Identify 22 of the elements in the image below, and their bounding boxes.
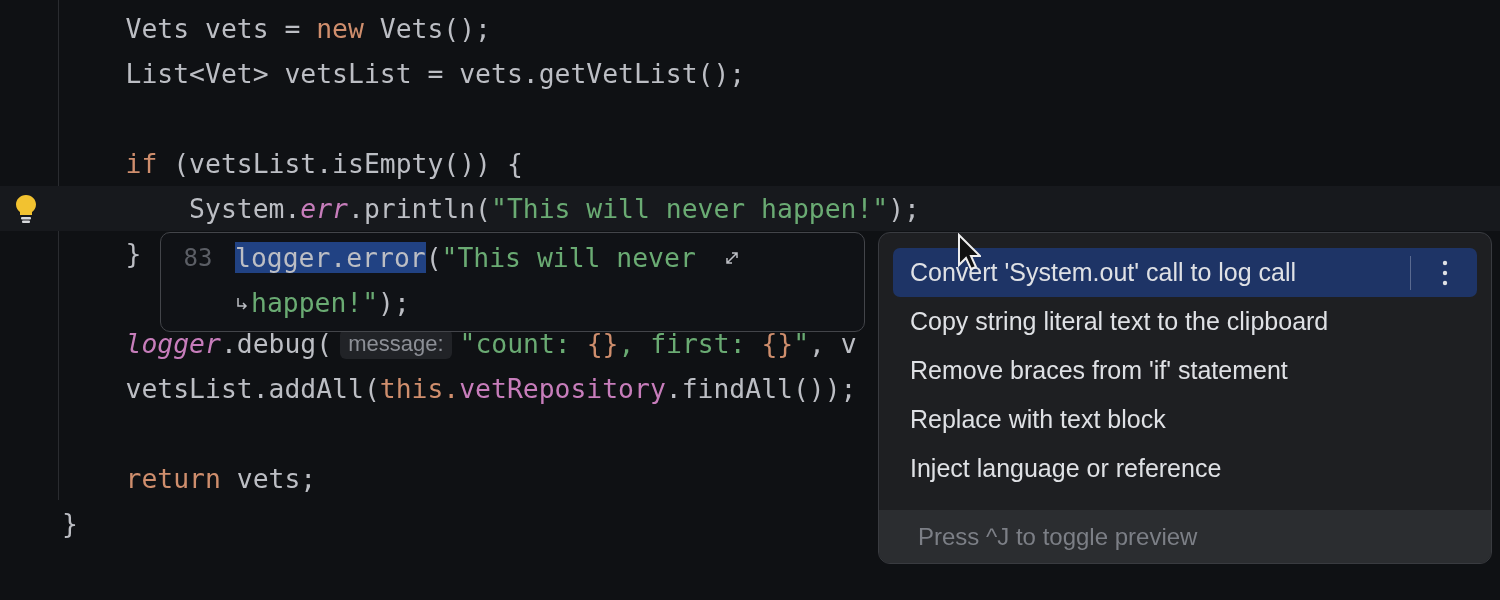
lightbulb-icon[interactable] <box>14 194 38 224</box>
code-text: vetsList.addAll(this.vetRepository.findAll()); <box>124 373 857 404</box>
code-text: } <box>62 508 78 539</box>
code-text: happen!"); <box>251 287 410 318</box>
code-text: return vets; <box>124 463 317 494</box>
menu-item[interactable]: Replace with text block <box>893 395 1477 444</box>
code-text: List<Vet> vetsList = vets.getVetList(); <box>124 58 746 89</box>
code-text: System.err.println("This will never happen!"); <box>188 193 920 224</box>
menu-footer-hint: Press ^J to toggle preview <box>879 510 1491 563</box>
menu-item[interactable]: Remove braces from 'if' statement <box>893 346 1477 395</box>
menu-item[interactable]: Convert 'System.out' call to log call <box>893 248 1477 297</box>
code-text: logger.debug( <box>124 328 333 359</box>
line-number: 83 <box>182 243 214 274</box>
code-text: if (vetsList.isEmpty()) { <box>124 148 523 179</box>
menu-item[interactable]: Inject language or reference <box>893 444 1477 493</box>
code-text: "count: {}, first: {}", v <box>459 328 857 359</box>
code-text: } <box>124 238 142 269</box>
code-text: ("This will never <box>425 242 697 273</box>
menu-item-label: Convert 'System.out' call to log call <box>910 258 1298 287</box>
menu-item[interactable]: Copy string literal text to the clipboard <box>893 297 1477 346</box>
selected-code: logger.error <box>235 242 426 273</box>
code-text: Vets vets = new Vets(); <box>124 13 491 44</box>
